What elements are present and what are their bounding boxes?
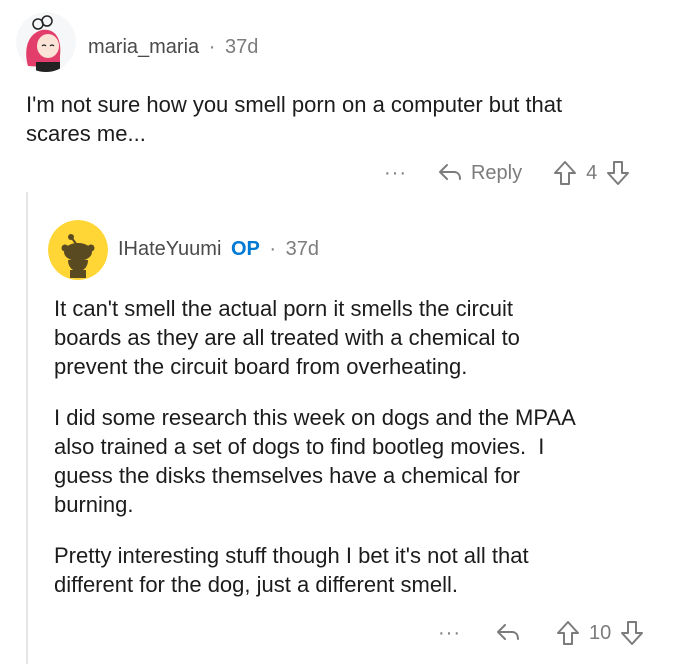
more-options-button[interactable]: ···	[438, 622, 461, 645]
reply-button[interactable]: Reply	[437, 162, 522, 185]
meta-separator: ·	[208, 36, 216, 58]
comment-text-line: Pretty interesting stuff though I bet it…	[54, 543, 529, 568]
comment-text-line: It can't smell the actual porn it smells…	[54, 296, 514, 321]
avatar[interactable]	[16, 12, 76, 72]
reply-arrow-icon	[438, 164, 461, 180]
timestamp[interactable]: 37d	[286, 238, 319, 260]
downvote-arrow-icon	[607, 161, 630, 185]
timestamp[interactable]: 37d	[225, 36, 258, 58]
upvote-button[interactable]	[555, 620, 581, 646]
thread-line[interactable]	[26, 192, 28, 664]
reply-button[interactable]	[495, 622, 521, 644]
upvote-arrow-icon	[554, 161, 577, 185]
op-badge: OP	[230, 238, 260, 260]
comment-text-line: prevent the circuit board from overheati…	[54, 354, 468, 379]
vote-count: 4	[586, 161, 598, 184]
upvote-button[interactable]	[552, 160, 578, 186]
downvote-button[interactable]	[605, 160, 631, 186]
comment-meta: maria_maria · 37d	[88, 36, 258, 59]
comment-text-line: different for the dog, just a different …	[54, 572, 458, 597]
downvote-arrow-icon	[621, 621, 644, 645]
vote-count: 10	[588, 621, 612, 644]
comment-body: I'm not sure how you smell porn on a com…	[26, 90, 686, 148]
comment-actions: ··· Reply 4	[384, 160, 631, 186]
avatar[interactable]	[48, 220, 108, 280]
username[interactable]: maria_maria	[88, 36, 199, 58]
meta-separator: ·	[269, 238, 277, 260]
more-options-button[interactable]: ···	[384, 162, 407, 185]
downvote-button[interactable]	[619, 620, 645, 646]
upvote-arrow-icon	[556, 621, 579, 645]
comment-text-line: guess the disks themselves have a chemic…	[54, 463, 520, 488]
comment-paragraph: I did some research this week on dogs an…	[54, 403, 684, 519]
comment-actions: ··· 10	[438, 620, 645, 646]
reply-arrow-icon	[496, 624, 519, 640]
comment-text-line: burning.	[54, 492, 134, 517]
user-avatar-icon	[16, 12, 76, 72]
reply-label: Reply	[470, 161, 523, 184]
comment-paragraph: It can't smell the actual porn it smells…	[54, 294, 684, 381]
comment-text-line: boards as they are all treated with a ch…	[54, 325, 520, 350]
comment-paragraph: Pretty interesting stuff though I bet it…	[54, 541, 684, 599]
username[interactable]: IHateYuumi	[118, 238, 221, 260]
comment-text-line: I did some research this week on dogs an…	[54, 405, 576, 430]
comment-body: It can't smell the actual porn it smells…	[54, 294, 684, 599]
comment-text-line: scares me...	[26, 121, 146, 146]
snoo-avatar-icon	[48, 220, 108, 280]
comment-text-line: also trained a set of dogs to find bootl…	[54, 434, 545, 459]
comment-text-line: I'm not sure how you smell porn on a com…	[26, 92, 563, 117]
comment-meta: IHateYuumi OP · 37d	[118, 238, 319, 261]
